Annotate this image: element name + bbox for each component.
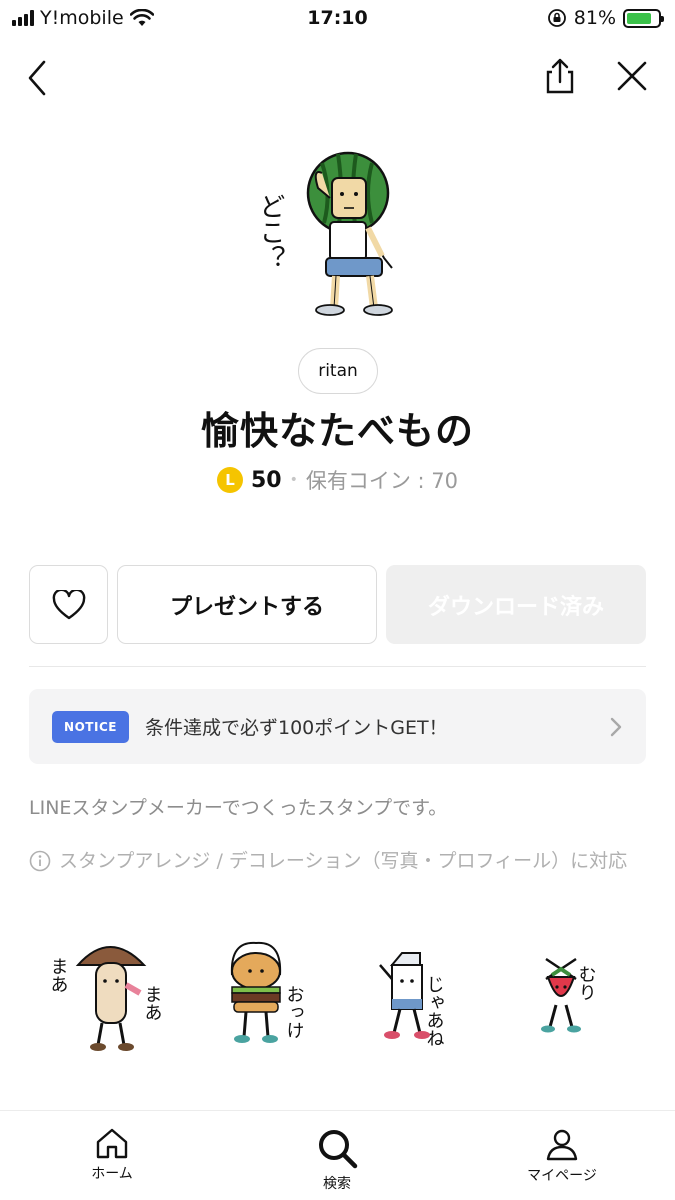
price-value: 50 — [250, 467, 282, 493]
search-icon — [319, 1130, 358, 1169]
close-icon[interactable] — [610, 54, 654, 98]
info-icon — [29, 850, 51, 872]
tab-mypage-label: マイページ — [527, 1168, 597, 1184]
gift-button[interactable]: プレゼントする — [117, 565, 377, 644]
home-icon — [96, 1128, 128, 1159]
compatibility-note: スタンプアレンジ / デコレーション（写真・プロフィール）に対応 — [29, 848, 629, 874]
tab-search-label: 検索 — [323, 1176, 351, 1192]
sticker-burger[interactable]: おっけ — [210, 935, 340, 1055]
tab-home-label: ホーム — [91, 1166, 133, 1182]
owned-coins: 保有コイン : 70 — [305, 469, 459, 493]
hero-sticker-caption: どこ？ — [255, 193, 285, 271]
page-title: 愉快なたべもの — [200, 409, 474, 453]
sticker-mushroom[interactable]: まあ まあ — [48, 935, 178, 1055]
download-button[interactable]: ダウンロード済み — [386, 565, 646, 644]
orientation-lock-icon — [547, 9, 566, 27]
status-right: 81% — [547, 7, 664, 29]
tab-home[interactable]: ホーム — [37, 1111, 187, 1200]
share-icon[interactable] — [538, 54, 582, 98]
divider — [29, 666, 646, 667]
tab-search[interactable]: 検索 — [262, 1111, 412, 1200]
sticker-milk-carton[interactable]: じゃあね — [372, 935, 502, 1055]
separator-dot: • — [289, 472, 298, 488]
chevron-left-icon[interactable] — [18, 54, 62, 98]
tab-bar: ホーム 検索 マイページ — [0, 1110, 675, 1200]
battery-icon — [623, 8, 664, 28]
chevron-right-icon — [610, 717, 622, 736]
top-nav — [0, 50, 675, 102]
like-button[interactable] — [29, 565, 108, 644]
battery-percent: 81% — [573, 7, 616, 29]
status-bar: Y!mobile 17:10 81% — [0, 0, 675, 40]
sticker-strawberry[interactable]: むり — [528, 935, 658, 1055]
sticker-caption: むり — [576, 965, 597, 1001]
compatibility-text: スタンプアレンジ / デコレーション（写真・プロフィール）に対応 — [59, 850, 628, 872]
author-pill[interactable]: ritan — [298, 348, 378, 394]
person-icon — [546, 1129, 578, 1161]
description: LINEスタンプメーカーでつくったスタンプです。 — [29, 797, 448, 819]
notice-text: 条件達成で必ず100ポイントGET！ — [145, 717, 448, 739]
sticker-caption: まあ — [142, 985, 163, 1021]
price-row: L 50 • 保有コイン : 70 — [0, 465, 675, 495]
notice-badge: NOTICE — [52, 710, 129, 743]
notice-banner[interactable]: NOTICE 条件達成で必ず100ポイントGET！ — [29, 689, 646, 764]
hero-sticker-image: どこ？ — [255, 151, 393, 316]
sticker-caption: おっけ — [284, 985, 305, 1039]
tab-mypage[interactable]: マイページ — [487, 1111, 637, 1200]
sticker-caption: まあ — [48, 957, 69, 993]
heart-icon — [52, 589, 85, 619]
line-coin-icon: L — [216, 467, 243, 493]
